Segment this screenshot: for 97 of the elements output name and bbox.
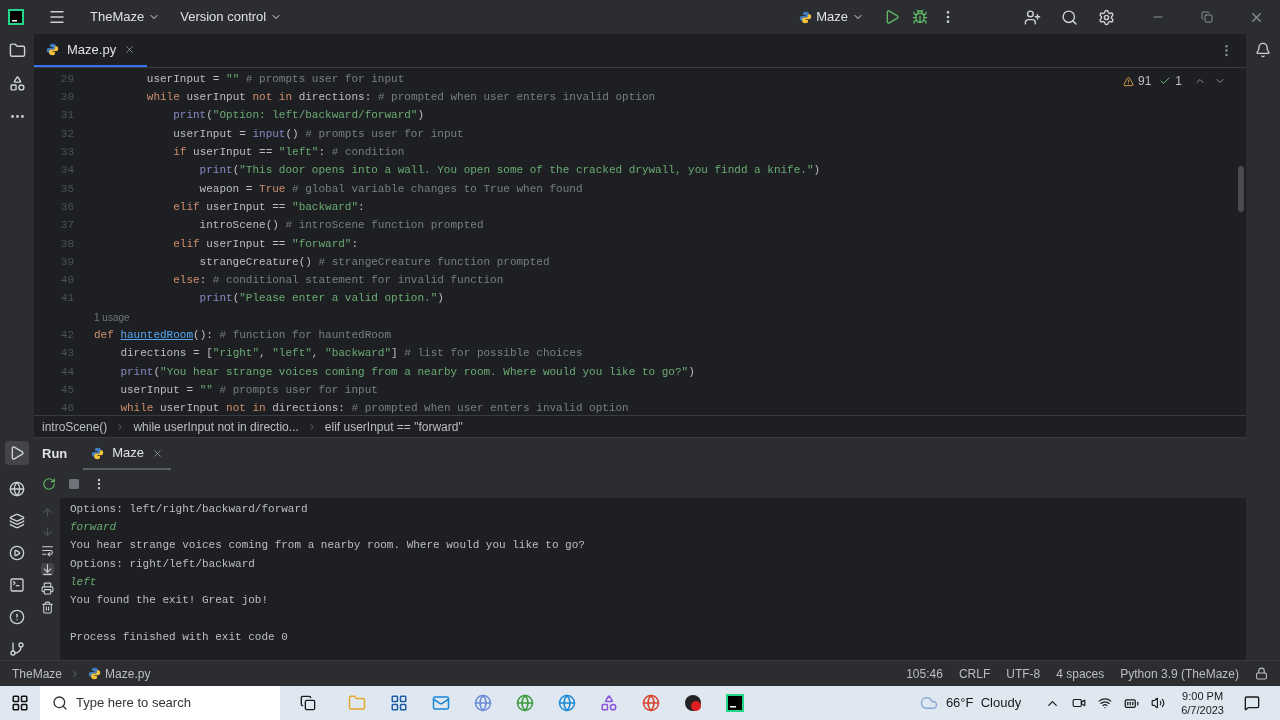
delete-icon[interactable] (40, 601, 54, 614)
breadcrumb[interactable]: introScene() (42, 417, 108, 436)
rerun-icon[interactable] (42, 477, 56, 491)
run-tool-button[interactable] (5, 441, 29, 465)
code-line: print("Please enter a valid option.") (198, 291, 444, 307)
stop-icon[interactable] (68, 478, 80, 490)
app-logo-icon[interactable] (8, 9, 24, 25)
breadcrumb[interactable]: while userInput not in directio... (133, 417, 299, 436)
run-icon (9, 445, 25, 461)
mail-icon[interactable] (432, 694, 450, 712)
editor-tab[interactable]: Maze.py (34, 34, 148, 67)
run-config-dropdown[interactable]: Maze (799, 7, 864, 27)
code-line: strangeCreature() # strangeCreature function prompted (198, 254, 550, 270)
interpreter[interactable]: Python 3.9 (TheMaze) (1120, 664, 1239, 683)
close-icon[interactable] (152, 447, 164, 459)
code-line: while userInput not in directions: # prompted when user enters invalid option (145, 90, 656, 106)
code-line: def hauntedRoom(): # function for hauntedRoom (94, 328, 392, 344)
structure-icon[interactable] (8, 75, 26, 92)
code-line: print("Option: left/backward/forward") (172, 108, 425, 124)
search-icon (52, 695, 68, 711)
warning-count[interactable]: 91 (1137, 72, 1152, 90)
console-output: Options: right/left/backward (70, 556, 255, 572)
browser-icon[interactable] (558, 694, 576, 712)
store-icon[interactable] (390, 694, 408, 712)
services-icon[interactable] (9, 545, 25, 561)
code-line: userInput = input() # prompts user for input (172, 126, 464, 142)
code-line: elif userInput == "backward": (172, 199, 365, 215)
vcs-dropdown[interactable]: Version control (180, 7, 283, 27)
cursor-position[interactable]: 105:46 (906, 664, 943, 683)
folder-icon[interactable] (8, 42, 26, 59)
ide-icon[interactable] (726, 694, 744, 712)
layers-icon[interactable] (9, 513, 25, 529)
clock-date[interactable]: 6/7/2023 (1181, 703, 1224, 717)
print-icon[interactable] (40, 582, 54, 595)
code-line: directions = ["right", "left", "backward"] # list for possible choices (119, 346, 583, 362)
code-line: elif userInput == "forward": (172, 236, 359, 252)
code-line: userInput = "" # prompts user for input (145, 71, 405, 87)
indent-setting[interactable]: 4 spaces (1056, 664, 1105, 683)
check-count[interactable]: 1 (1175, 72, 1182, 90)
wifi-icon[interactable] (1098, 696, 1113, 710)
search-icon[interactable] (1061, 8, 1078, 26)
console-output: You hear strange voices coming from a nearby room. Where would you like to go? (70, 538, 585, 554)
lock-icon[interactable] (1255, 667, 1268, 680)
python-icon (799, 10, 813, 24)
browser-icon[interactable] (516, 694, 534, 712)
task-view-icon[interactable] (300, 695, 316, 711)
notification-center-icon[interactable] (1244, 695, 1260, 711)
weather-text[interactable]: 66°F Cloudy (945, 693, 1022, 713)
start-icon[interactable] (11, 694, 29, 712)
console-output: You found the exit! Great job! (70, 593, 269, 609)
code-line: else: # conditional statement for invalid function (172, 273, 504, 289)
camera-icon[interactable] (1072, 696, 1087, 710)
run-tab[interactable]: Maze (83, 438, 172, 470)
add-user-icon[interactable] (1024, 8, 1041, 26)
python-icon (46, 43, 59, 56)
code-line: introScene() # introScene function prompted (198, 218, 484, 234)
python-icon (88, 667, 102, 680)
usage-hint[interactable]: 1 usage (94, 309, 130, 325)
check-icon[interactable] (1159, 75, 1172, 87)
browser-icon[interactable] (642, 694, 660, 712)
code-line: userInput = "" # prompts user for input (119, 382, 378, 398)
clock-time[interactable]: 9:00 PM (1182, 689, 1224, 703)
path-segment[interactable]: TheMaze (12, 664, 63, 683)
code-line: print("You hear strange voices coming from a nearby room. Where would you like to go?") (119, 364, 695, 380)
notifications-icon[interactable] (1255, 42, 1271, 58)
encoding[interactable]: UTF-8 (1006, 664, 1041, 683)
code-line: while userInput not in directions: # prompted when user enters invalid option (119, 401, 629, 417)
panel-title: Run (42, 445, 68, 464)
console-output: Process finished with exit code 0 (70, 629, 288, 645)
browser-icon[interactable] (474, 694, 492, 712)
problems-icon[interactable] (9, 609, 25, 625)
recorder-icon[interactable] (684, 694, 702, 712)
breadcrumb[interactable]: elif userInput == "forward" (324, 417, 463, 436)
python-icon (91, 446, 105, 460)
restore-icon[interactable] (1201, 11, 1213, 23)
typed-text: left (70, 575, 97, 591)
menu-icon[interactable] (48, 8, 66, 26)
git-icon[interactable] (9, 641, 25, 657)
terminal-icon[interactable] (9, 577, 25, 593)
typed-text: forward (70, 520, 117, 536)
code-line: if userInput == "left": # condition (172, 145, 405, 161)
code-line: print("This door opens into a wall. You open some of the cracked drywall, you findd a knife.") (198, 163, 821, 179)
line-ending[interactable]: CRLF (958, 664, 991, 683)
volume-icon[interactable] (1151, 696, 1166, 710)
warning-icon[interactable] (1122, 75, 1134, 87)
debug-icon[interactable] (912, 9, 928, 25)
taskbar-search-field[interactable]: Type here to search (40, 686, 280, 720)
path-segment[interactable]: Maze.py (88, 664, 151, 683)
console-output: Options: left/right/backward/forward (70, 501, 308, 517)
settings-icon[interactable] (1098, 8, 1115, 26)
soft-wrap-icon[interactable] (40, 544, 54, 557)
scroll-to-end-icon[interactable] (40, 563, 54, 576)
scrollbar-thumb[interactable] (1238, 166, 1244, 212)
run-icon[interactable] (884, 9, 900, 25)
project-dropdown[interactable]: TheMaze (90, 7, 161, 27)
close-icon[interactable] (124, 44, 136, 55)
code-line: weapon = True # global variable changes to True when found (198, 181, 583, 197)
